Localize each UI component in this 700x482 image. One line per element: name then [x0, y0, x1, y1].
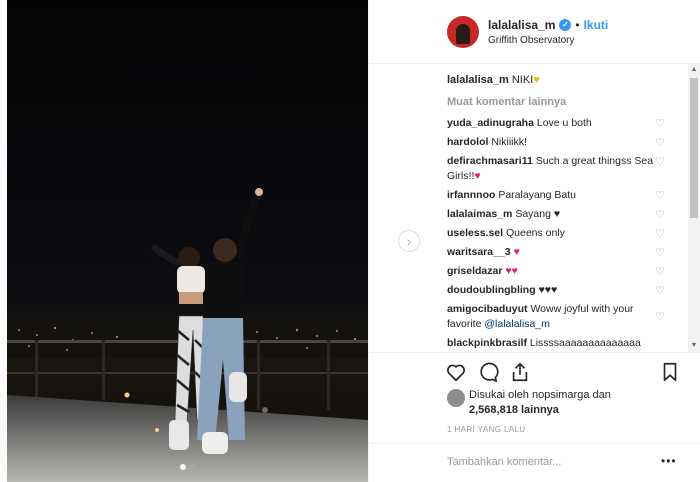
comment-username[interactable]: amigocibaduyut	[447, 303, 528, 315]
comment-item: waritsara__3 ♥	[447, 245, 657, 260]
comment-item: hardolol Nikiiikk!	[447, 135, 657, 150]
header-separator: •	[575, 18, 580, 32]
comment-like-heart-icon[interactable]: ♡	[654, 156, 666, 168]
more-options-icon[interactable]: •••	[661, 454, 677, 468]
comment-item: lalalaimas_m Sayang ♥	[447, 207, 657, 222]
comment-username[interactable]: useless.sel	[447, 227, 503, 239]
comment-text: Nikiiikk!	[491, 136, 527, 148]
comment-text: Love u both	[536, 117, 592, 129]
comment-username[interactable]: yuda_adinugraha	[447, 117, 534, 129]
share-icon[interactable]	[509, 361, 531, 383]
comment-item: defirachmasari11 Such a great thingss Se…	[447, 154, 657, 184]
scroll-down-arrow-icon[interactable]: ▼	[688, 340, 700, 352]
location-link[interactable]: Griffith Observatory	[488, 35, 575, 46]
heart-emoji-icon: ♥♥	[505, 265, 518, 277]
comment-username[interactable]: waritsara__3	[447, 246, 511, 258]
comment-text: Lissssaaaaaaaaaaaaaa	[529, 337, 641, 349]
comment-text: Queens only	[505, 227, 565, 239]
carousel-dot[interactable]	[189, 464, 196, 470]
load-more-comments[interactable]: Muat komentar lainnya	[447, 96, 566, 108]
comment-username[interactable]: defirachmasari11	[447, 155, 533, 167]
carousel-dot-active[interactable]	[179, 464, 186, 470]
comment-username[interactable]: hardolol	[447, 136, 488, 148]
black-heart-icon: ♥♥♥	[538, 284, 558, 296]
comment-item: useless.sel Queens only	[447, 226, 657, 241]
comment-item: blackpinkbrasilf Lissssaaaaaaaaaaaaaa	[447, 336, 657, 351]
comment-list: lalalalisa_m NIKI♥ Muat komentar lainnya…	[369, 64, 700, 352]
post-actions: Disukai oleh nopsimarga dan 2,568,818 la…	[369, 352, 700, 482]
comment-item: amigocibaduyut Woww joyful with your fav…	[447, 302, 657, 332]
black-heart-icon: ♥	[553, 208, 561, 220]
post-date: 1 HARI YANG LALU	[447, 425, 526, 434]
comment-like-heart-icon[interactable]: ♡	[654, 190, 666, 202]
comment-icon[interactable]	[477, 361, 499, 383]
comment-mention-link[interactable]: @lalalalisa_m	[484, 318, 550, 330]
comment-text: Paralayang Batu	[498, 189, 576, 201]
scroll-up-arrow-icon[interactable]: ▲	[688, 64, 700, 76]
comment-like-heart-icon[interactable]: ♡	[654, 266, 666, 278]
night-city-photo	[7, 0, 368, 482]
header-user-row: lalalalisa_m ✓ • Ikuti	[488, 18, 608, 32]
carousel-dots	[7, 464, 368, 470]
comment-item: griseldazar ♥♥	[447, 264, 657, 279]
comment-like-heart-icon[interactable]: ♡	[654, 285, 666, 297]
heart-emoji-icon: ♥	[513, 246, 520, 258]
bookmark-icon[interactable]	[659, 361, 681, 383]
comment-like-heart-icon[interactable]: ♡	[654, 311, 666, 323]
caption-username[interactable]: lalalalisa_m	[447, 74, 509, 86]
post-media	[0, 0, 368, 482]
post-photo[interactable]	[7, 0, 368, 482]
likes-summary[interactable]: Disukai oleh nopsimarga dan 2,568,818 la…	[469, 388, 649, 418]
instagram-post-page: lalalalisa_m ✓ • Ikuti Griffith Observat…	[0, 0, 700, 482]
comment-like-heart-icon[interactable]: ♡	[654, 137, 666, 149]
comment-username[interactable]: griseldazar	[447, 265, 502, 277]
follow-button[interactable]: Ikuti	[584, 18, 609, 32]
caption-text: NIKI	[511, 74, 534, 86]
comment-username[interactable]: doudoublingbling	[447, 284, 536, 296]
comment-like-heart-icon[interactable]: ♡	[654, 228, 666, 240]
comment-username[interactable]: irfannnoo	[447, 189, 495, 201]
comment-like-heart-icon[interactable]: ♡	[654, 247, 666, 259]
comment-username[interactable]: lalalaimas_m	[447, 208, 512, 220]
verified-badge-icon: ✓	[559, 19, 572, 31]
likes-line-1: Disukai oleh nopsimarga dan	[469, 389, 611, 401]
add-comment-row: Tambahkan komentar... •••	[369, 443, 700, 482]
comment-like-heart-icon[interactable]: ♡	[654, 209, 666, 221]
comment-like-heart-icon[interactable]: ♡	[654, 118, 666, 130]
heart-emoji-icon: ♥	[474, 170, 481, 182]
comment-text: Sayang	[515, 208, 551, 220]
header-username[interactable]: lalalalisa_m	[488, 18, 555, 32]
post-header: lalalalisa_m ✓ • Ikuti Griffith Observat…	[369, 0, 700, 64]
scrollbar-thumb[interactable]	[690, 78, 698, 218]
liker-avatar[interactable]	[447, 389, 465, 407]
comment-scrollbar[interactable]: ▲ ▼	[688, 64, 700, 352]
yellow-heart-icon: ♥	[533, 74, 540, 86]
avatar[interactable]	[447, 16, 479, 48]
likes-count[interactable]: 2,568,818 lainnya	[469, 403, 649, 418]
comment-item: yuda_adinugraha Love u both	[447, 116, 657, 131]
comment-item: doudoublingbling ♥♥♥	[447, 283, 657, 298]
post-caption: lalalalisa_m NIKI♥	[447, 74, 540, 86]
comment-username[interactable]: blackpinkbrasilf	[447, 337, 527, 349]
add-comment-input[interactable]: Tambahkan komentar...	[447, 456, 561, 468]
heart-icon[interactable]	[445, 361, 467, 383]
comment-item: irfannnoo Paralayang Batu	[447, 188, 657, 203]
next-photo-chevron-icon[interactable]: ›	[398, 230, 420, 252]
